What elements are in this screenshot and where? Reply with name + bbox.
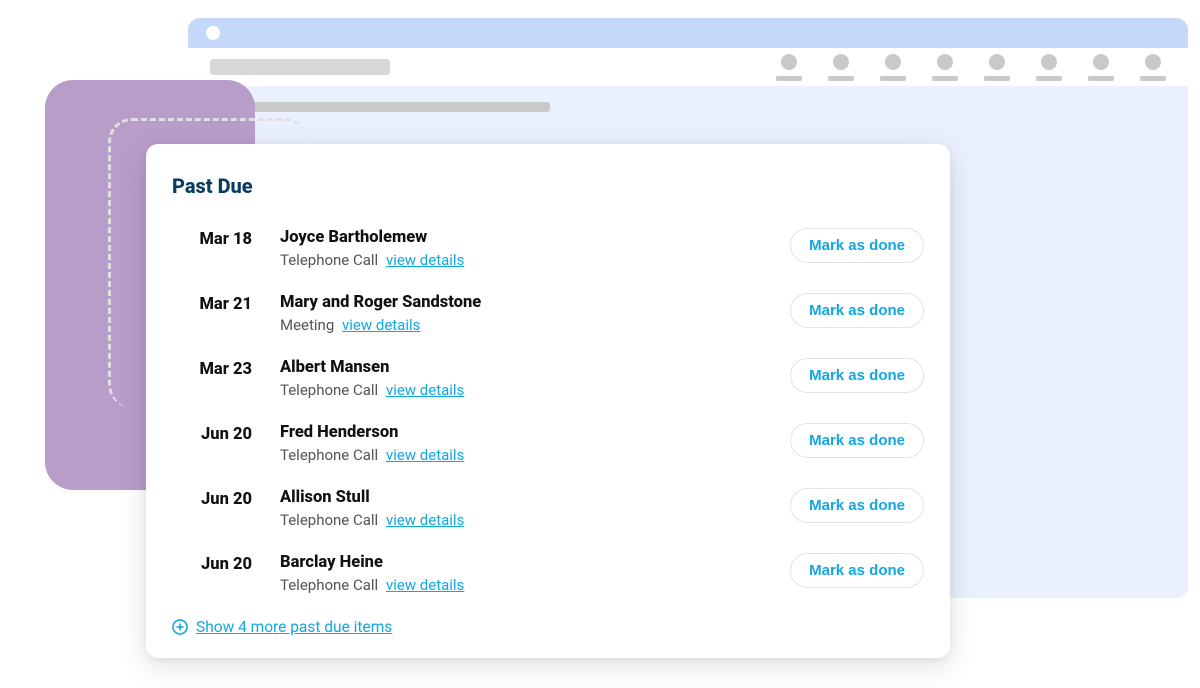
- past-due-item: Jun 20 Allison Stull Telephone Call view…: [172, 478, 924, 543]
- mark-as-done-button[interactable]: Mark as done: [790, 488, 924, 523]
- item-subtitle: Telephone Call view details: [280, 381, 790, 399]
- nav-avatar-row: [776, 54, 1166, 81]
- nav-avatar-placeholder: [776, 54, 802, 81]
- past-due-item: Jun 20 Barclay Heine Telephone Call view…: [172, 543, 924, 608]
- item-subtitle: Telephone Call view details: [280, 511, 790, 529]
- item-type: Meeting: [280, 316, 334, 334]
- item-date: Jun 20: [172, 423, 280, 444]
- item-type: Telephone Call: [280, 381, 378, 399]
- mark-as-done-button[interactable]: Mark as done: [790, 228, 924, 263]
- item-date: Jun 20: [172, 488, 280, 509]
- item-type: Telephone Call: [280, 576, 378, 594]
- mark-as-done-button[interactable]: Mark as done: [790, 293, 924, 328]
- nav-search-placeholder: [210, 59, 390, 75]
- past-due-item: Mar 18 Joyce Bartholemew Telephone Call …: [172, 218, 924, 283]
- view-details-link[interactable]: view details: [386, 251, 464, 269]
- view-details-link[interactable]: view details: [342, 316, 420, 334]
- card-title: Past Due: [172, 174, 924, 198]
- plus-circle-icon: [172, 619, 188, 635]
- item-date: Mar 21: [172, 293, 280, 314]
- mark-as-done-button[interactable]: Mark as done: [790, 553, 924, 588]
- browser-navbar: [188, 48, 1188, 86]
- past-due-item: Mar 21 Mary and Roger Sandstone Meeting …: [172, 283, 924, 348]
- nav-avatar-placeholder: [984, 54, 1010, 81]
- past-due-item: Jun 20 Fred Henderson Telephone Call vie…: [172, 413, 924, 478]
- item-contact-name: Mary and Roger Sandstone: [280, 293, 790, 312]
- item-contact-name: Allison Stull: [280, 488, 790, 507]
- mark-as-done-button[interactable]: Mark as done: [790, 423, 924, 458]
- show-more-link[interactable]: Show 4 more past due items: [196, 618, 392, 636]
- nav-avatar-placeholder: [932, 54, 958, 81]
- past-due-item: Mar 23 Albert Mansen Telephone Call view…: [172, 348, 924, 413]
- item-type: Telephone Call: [280, 511, 378, 529]
- nav-avatar-placeholder: [1036, 54, 1062, 81]
- item-subtitle: Telephone Call view details: [280, 576, 790, 594]
- view-details-link[interactable]: view details: [386, 381, 464, 399]
- nav-avatar-placeholder: [1140, 54, 1166, 81]
- nav-avatar-placeholder: [880, 54, 906, 81]
- view-details-link[interactable]: view details: [386, 576, 464, 594]
- subheader-text-placeholder: [210, 102, 550, 112]
- item-type: Telephone Call: [280, 446, 378, 464]
- nav-avatar-placeholder: [1088, 54, 1114, 81]
- past-due-card: Past Due Mar 18 Joyce Bartholemew Teleph…: [146, 144, 950, 658]
- item-contact-name: Fred Henderson: [280, 423, 790, 442]
- item-date: Jun 20: [172, 553, 280, 574]
- item-type: Telephone Call: [280, 251, 378, 269]
- view-details-link[interactable]: view details: [386, 511, 464, 529]
- item-contact-name: Albert Mansen: [280, 358, 790, 377]
- item-date: Mar 23: [172, 358, 280, 379]
- view-details-link[interactable]: view details: [386, 446, 464, 464]
- nav-avatar-placeholder: [828, 54, 854, 81]
- item-subtitle: Telephone Call view details: [280, 251, 790, 269]
- item-contact-name: Barclay Heine: [280, 553, 790, 572]
- mark-as-done-button[interactable]: Mark as done: [790, 358, 924, 393]
- show-more-row: Show 4 more past due items: [172, 618, 924, 636]
- browser-titlebar: [188, 18, 1188, 48]
- item-subtitle: Meeting view details: [280, 316, 790, 334]
- browser-subheader: [188, 86, 1188, 112]
- window-control-dot: [206, 26, 220, 40]
- item-contact-name: Joyce Bartholemew: [280, 228, 790, 247]
- item-subtitle: Telephone Call view details: [280, 446, 790, 464]
- item-date: Mar 18: [172, 228, 280, 249]
